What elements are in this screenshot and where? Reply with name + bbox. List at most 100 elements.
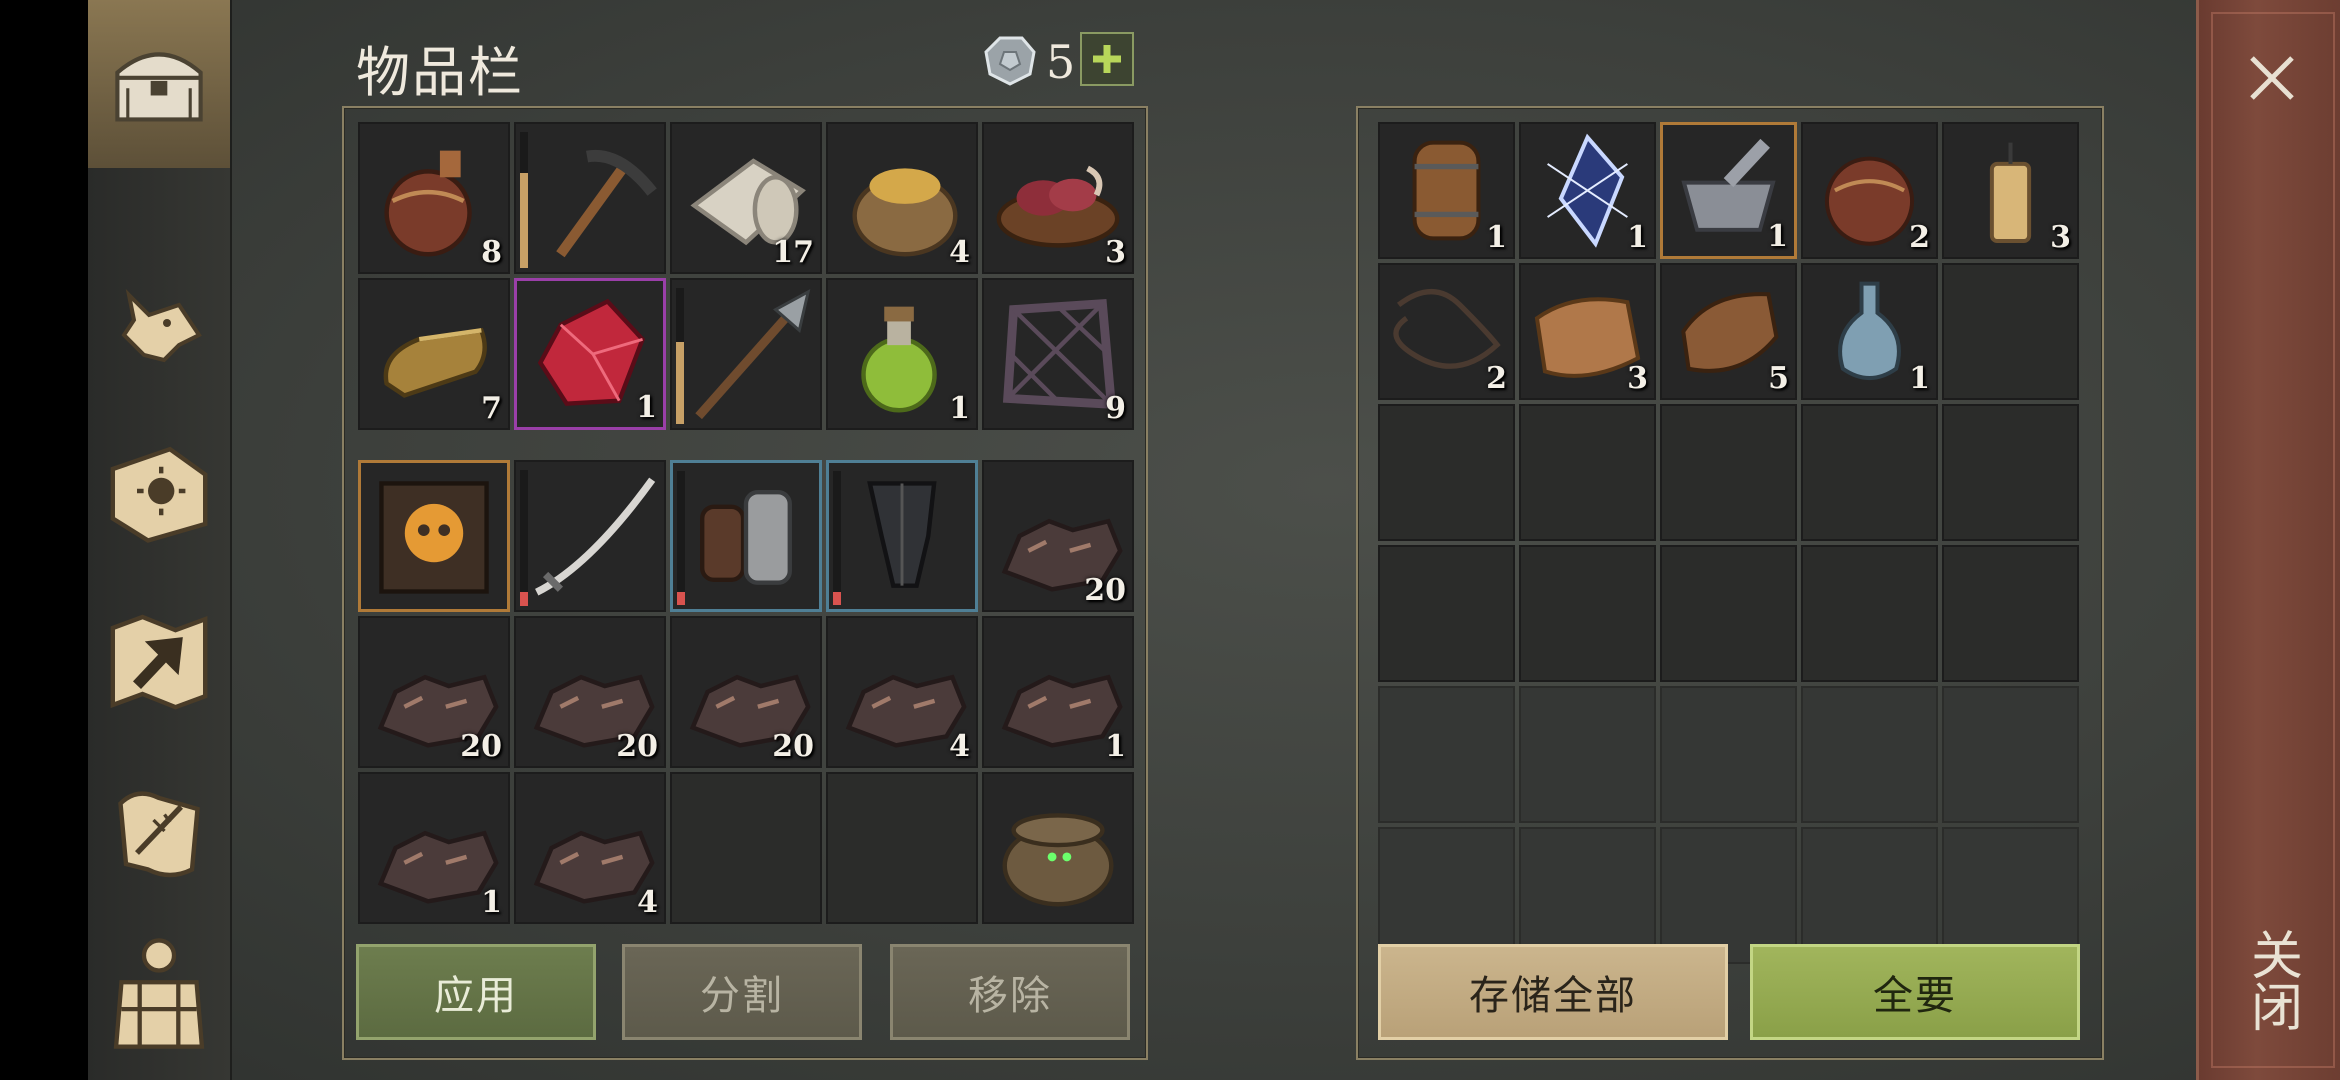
add-gems-button[interactable]: [1080, 32, 1134, 86]
empty-slot[interactable]: [1378, 545, 1515, 682]
item-quantity: 2: [1486, 361, 1507, 396]
empty-slot[interactable]: [1942, 545, 2079, 682]
backpack-grid: 20 20 20 20 4 1 1 4: [358, 460, 1134, 924]
item-quantity: 3: [2050, 220, 2071, 255]
empty-slot[interactable]: [1378, 686, 1515, 823]
item-slot-mortar[interactable]: 1: [1660, 122, 1797, 259]
empty-slot[interactable]: [826, 772, 978, 924]
quill-scroll-icon[interactable]: [100, 772, 218, 890]
remove-button[interactable]: 移除: [890, 944, 1130, 1040]
empty-slot[interactable]: [1801, 686, 1938, 823]
item-quantity: 20: [772, 729, 814, 764]
item-quantity: 2: [1909, 220, 1930, 255]
item-quantity: 1: [1909, 361, 1930, 396]
item-slot-green-potion[interactable]: 1: [826, 278, 978, 430]
split-button[interactable]: 分割: [622, 944, 862, 1040]
map-arrow-icon[interactable]: [100, 602, 218, 720]
empty-slot[interactable]: [670, 772, 822, 924]
item-slot-halberd[interactable]: [670, 278, 822, 430]
empty-slot[interactable]: [1519, 545, 1656, 682]
item-slot-flask[interactable]: 8: [358, 122, 510, 274]
empty-slot[interactable]: [1942, 404, 2079, 541]
close-panel[interactable]: [2196, 0, 2340, 1080]
wolf-head-icon[interactable]: [100, 266, 218, 384]
empty-slot[interactable]: [1660, 686, 1797, 823]
empty-slot[interactable]: [1519, 686, 1656, 823]
item-slot-rope[interactable]: 2: [1378, 263, 1515, 400]
storage-grid: 1 1 1 2 3 2 3 5 1: [1378, 122, 2079, 964]
item-slot-cloth[interactable]: 3: [1519, 263, 1656, 400]
empty-slot[interactable]: [1519, 404, 1656, 541]
item-quantity: 17: [772, 235, 814, 270]
item-slot-cloth-roll[interactable]: 17: [670, 122, 822, 274]
durability-bar: [833, 470, 841, 605]
item-quantity: 20: [1084, 573, 1126, 608]
item-slot-iron-ore[interactable]: 1: [358, 772, 510, 924]
item-quantity: 1: [1105, 729, 1126, 764]
item-quantity: 1: [636, 390, 657, 425]
durability-bar: [676, 287, 684, 424]
item-slot-wooden-frame[interactable]: 9: [982, 278, 1134, 430]
chest-icon[interactable]: [100, 24, 218, 142]
item-slot-greaves[interactable]: [826, 460, 978, 612]
wicker-basket-icon: [1002, 813, 1114, 907]
empty-slot[interactable]: [1660, 545, 1797, 682]
close-icon[interactable]: [2236, 42, 2308, 114]
item-slot-iron-ore[interactable]: 20: [982, 460, 1134, 612]
item-slot-sword[interactable]: [514, 460, 666, 612]
character-armor-icon[interactable]: [100, 934, 218, 1052]
item-quantity: 4: [637, 885, 658, 920]
item-quantity: 7: [481, 391, 502, 426]
item-slot-grain-sack[interactable]: 4: [826, 122, 978, 274]
item-slot-waterskin[interactable]: 2: [1801, 122, 1938, 259]
item-quantity: 1: [949, 391, 970, 426]
item-slot-iron-ore[interactable]: 20: [358, 616, 510, 768]
item-slot-iron-ore[interactable]: 4: [826, 616, 978, 768]
item-quantity: 9: [1105, 391, 1126, 426]
sun-book-icon[interactable]: [100, 432, 218, 550]
item-slot-barrel[interactable]: 1: [1378, 122, 1515, 259]
stone-gem-icon: [984, 34, 1036, 90]
item-slot-raw-meat-bowl[interactable]: 3: [982, 122, 1134, 274]
empty-slot[interactable]: [1660, 404, 1797, 541]
item-slot-skull-book[interactable]: [358, 460, 510, 612]
empty-slot[interactable]: [1801, 545, 1938, 682]
item-slot-wicker-basket[interactable]: [982, 772, 1134, 924]
item-slot-iron-ore[interactable]: 20: [514, 616, 666, 768]
inventory-title: 物品栏: [356, 41, 524, 104]
empty-slot[interactable]: [1942, 686, 2079, 823]
apply-button[interactable]: 应用: [356, 944, 596, 1040]
close-label[interactable]: 关闭: [2240, 920, 2304, 1040]
item-quantity: 20: [460, 729, 502, 764]
empty-slot[interactable]: [1942, 263, 2079, 400]
greaves-icon: [867, 481, 937, 588]
item-quantity: 3: [1627, 361, 1648, 396]
item-slot-iron-ore[interactable]: 4: [514, 772, 666, 924]
item-slot-leather[interactable]: 5: [1660, 263, 1797, 400]
item-quantity: 1: [1767, 219, 1788, 254]
sword-icon: [535, 477, 656, 596]
item-quantity: 3: [1105, 235, 1126, 270]
item-quantity: 5: [1768, 361, 1789, 396]
plus-icon: [1093, 45, 1121, 73]
gem-count: 5: [1046, 35, 1076, 89]
durability-bar: [520, 131, 528, 268]
item-quantity: 4: [949, 729, 970, 764]
item-quantity: 1: [1627, 220, 1648, 255]
take-all-button[interactable]: 全要: [1750, 944, 2080, 1040]
empty-slot[interactable]: [1801, 404, 1938, 541]
store-all-button[interactable]: 存储全部: [1378, 944, 1728, 1040]
item-slot-bottle[interactable]: 1: [1801, 263, 1938, 400]
pickaxe-icon: [556, 149, 657, 258]
pockets-grid: 8 17 4 3 7 1 1 9: [358, 122, 1134, 430]
item-slot-pickaxe[interactable]: [514, 122, 666, 274]
item-slot-gold-ingot[interactable]: 7: [358, 278, 510, 430]
empty-slot[interactable]: [1378, 404, 1515, 541]
item-slot-red-crystal[interactable]: 1: [514, 278, 666, 430]
item-slot-candle[interactable]: 3: [1942, 122, 2079, 259]
item-quantity: 8: [481, 235, 502, 270]
item-slot-blue-crystal[interactable]: 1: [1519, 122, 1656, 259]
item-slot-iron-ore[interactable]: 1: [982, 616, 1134, 768]
item-slot-gauntlets[interactable]: [670, 460, 822, 612]
item-slot-iron-ore[interactable]: 20: [670, 616, 822, 768]
